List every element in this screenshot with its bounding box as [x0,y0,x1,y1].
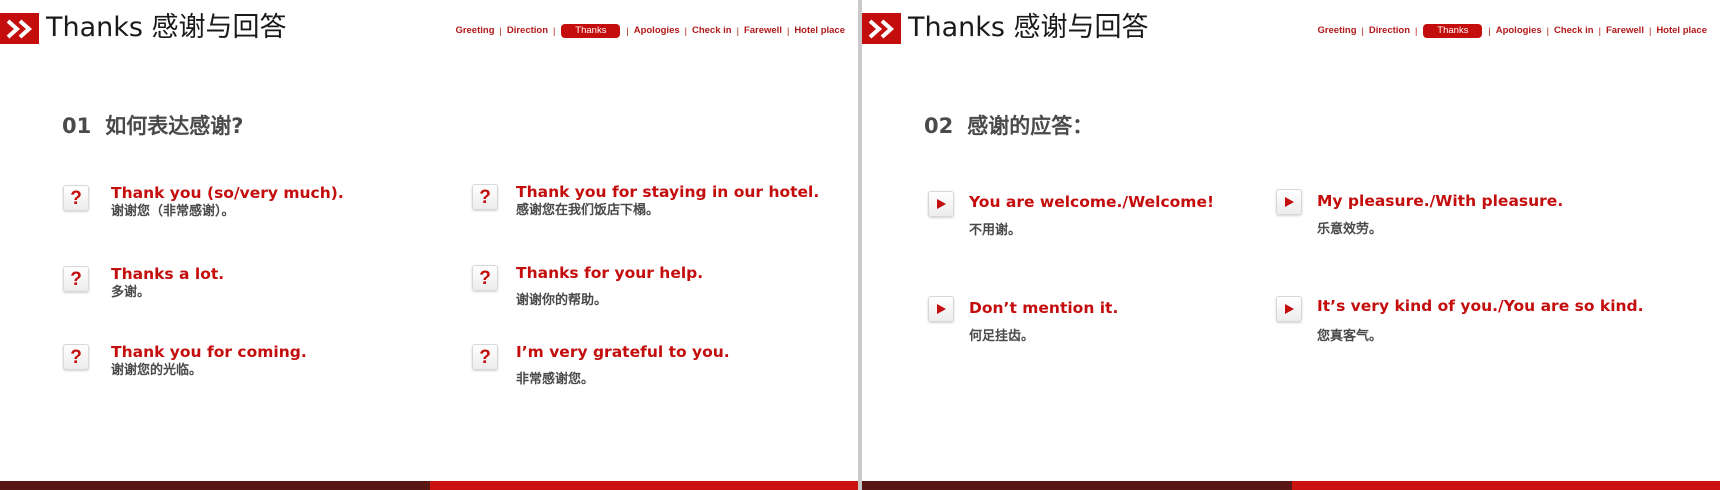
phrase-english: Thank you for coming. [111,343,307,361]
top-nav: Greeting | Direction | Thanks | Apologie… [450,24,850,38]
phrase-chinese: 何足挂齿。 [969,329,1035,344]
phrase-chinese: 您真客气。 [1317,329,1383,344]
phrase-english: Thanks for your help. [516,264,704,282]
nav-item-thanks[interactable]: Thanks [1423,24,1483,38]
section-title: 感谢的应答： [967,114,1094,138]
question-mark-icon: ? [472,344,498,370]
phrase-english: Thank you for staying in our hotel. [516,183,820,201]
nav-separator: | [553,26,556,36]
bottom-bar-red-segment [1292,481,1720,490]
nav-item-direction[interactable]: Direction [1364,24,1415,38]
phrase-english: You are welcome./Welcome! [969,193,1215,211]
top-nav: Greeting | Direction | Thanks | Apologie… [1312,24,1712,38]
nav-item-farewell[interactable]: Farewell [739,24,787,38]
nav-item-apologies[interactable]: Apologies [629,24,685,38]
section-title: 如何表达感谢? [105,114,244,138]
question-mark-icon: ? [63,266,89,292]
phrase-chinese: 不用谢。 [969,223,1022,238]
section-number: 01 [62,114,92,138]
bottom-bar [862,481,1720,490]
nav-item-thanks[interactable]: Thanks [561,24,621,38]
phrase-english: Thanks a lot. [111,265,225,283]
play-triangle-icon [928,296,954,322]
phrase-english: My pleasure./With pleasure. [1317,192,1564,210]
phrase-english: It’s very kind of you./You are so kind. [1317,297,1644,315]
question-mark-icon: ? [63,185,89,211]
nav-item-hotel-place[interactable]: Hotel place [1651,24,1712,38]
question-mark-icon: ? [472,184,498,210]
nav-item-check-in[interactable]: Check in [687,24,737,38]
play-triangle-icon [1276,296,1302,322]
bottom-bar-dark-segment [862,481,1292,490]
nav-separator: | [1415,26,1418,36]
phrase-english: I’m very grateful to you. [516,343,730,361]
phrase-chinese: 非常感谢您。 [516,372,595,387]
bottom-bar-red-segment [430,481,858,490]
play-triangle-icon [1276,189,1302,215]
double-chevron-right-icon [862,13,901,44]
bottom-bar [0,481,858,490]
phrase-chinese: 多谢。 [111,285,151,300]
phrase-chinese: 谢谢您的光临。 [111,363,203,378]
play-triangle-icon [928,191,954,217]
phrase-chinese: 乐意效劳。 [1317,222,1383,237]
phrase-chinese: 谢谢您（非常感谢）。 [111,204,235,219]
slide-2: Thanks 感谢与回答 Greeting | Direction | Than… [862,0,1720,490]
nav-item-hotel-place[interactable]: Hotel place [789,24,850,38]
slide-1: Thanks 感谢与回答 Greeting | Direction | Than… [0,0,858,490]
nav-item-farewell[interactable]: Farewell [1601,24,1649,38]
nav-item-apologies[interactable]: Apologies [1491,24,1547,38]
phrase-chinese: 谢谢你的帮助。 [516,293,608,308]
phrase-english: Don’t mention it. [969,299,1119,317]
question-mark-icon: ? [472,265,498,291]
phrase-chinese: 感谢您在我们饭店下榻。 [516,203,660,218]
question-mark-icon: ? [63,344,89,370]
nav-item-direction[interactable]: Direction [502,24,553,38]
section-heading: 01 如何表达感谢? [62,112,243,140]
nav-item-greeting[interactable]: Greeting [450,24,499,38]
slide-title: Thanks 感谢与回答 [908,12,1149,43]
double-chevron-right-icon [0,13,39,44]
nav-item-greeting[interactable]: Greeting [1312,24,1361,38]
phrase-english: Thank you (so/very much). [111,184,344,202]
bottom-bar-dark-segment [0,481,430,490]
section-number: 02 [924,114,954,138]
slide-title: Thanks 感谢与回答 [46,12,287,43]
nav-item-check-in[interactable]: Check in [1549,24,1599,38]
section-heading: 02 感谢的应答： [924,112,1093,140]
